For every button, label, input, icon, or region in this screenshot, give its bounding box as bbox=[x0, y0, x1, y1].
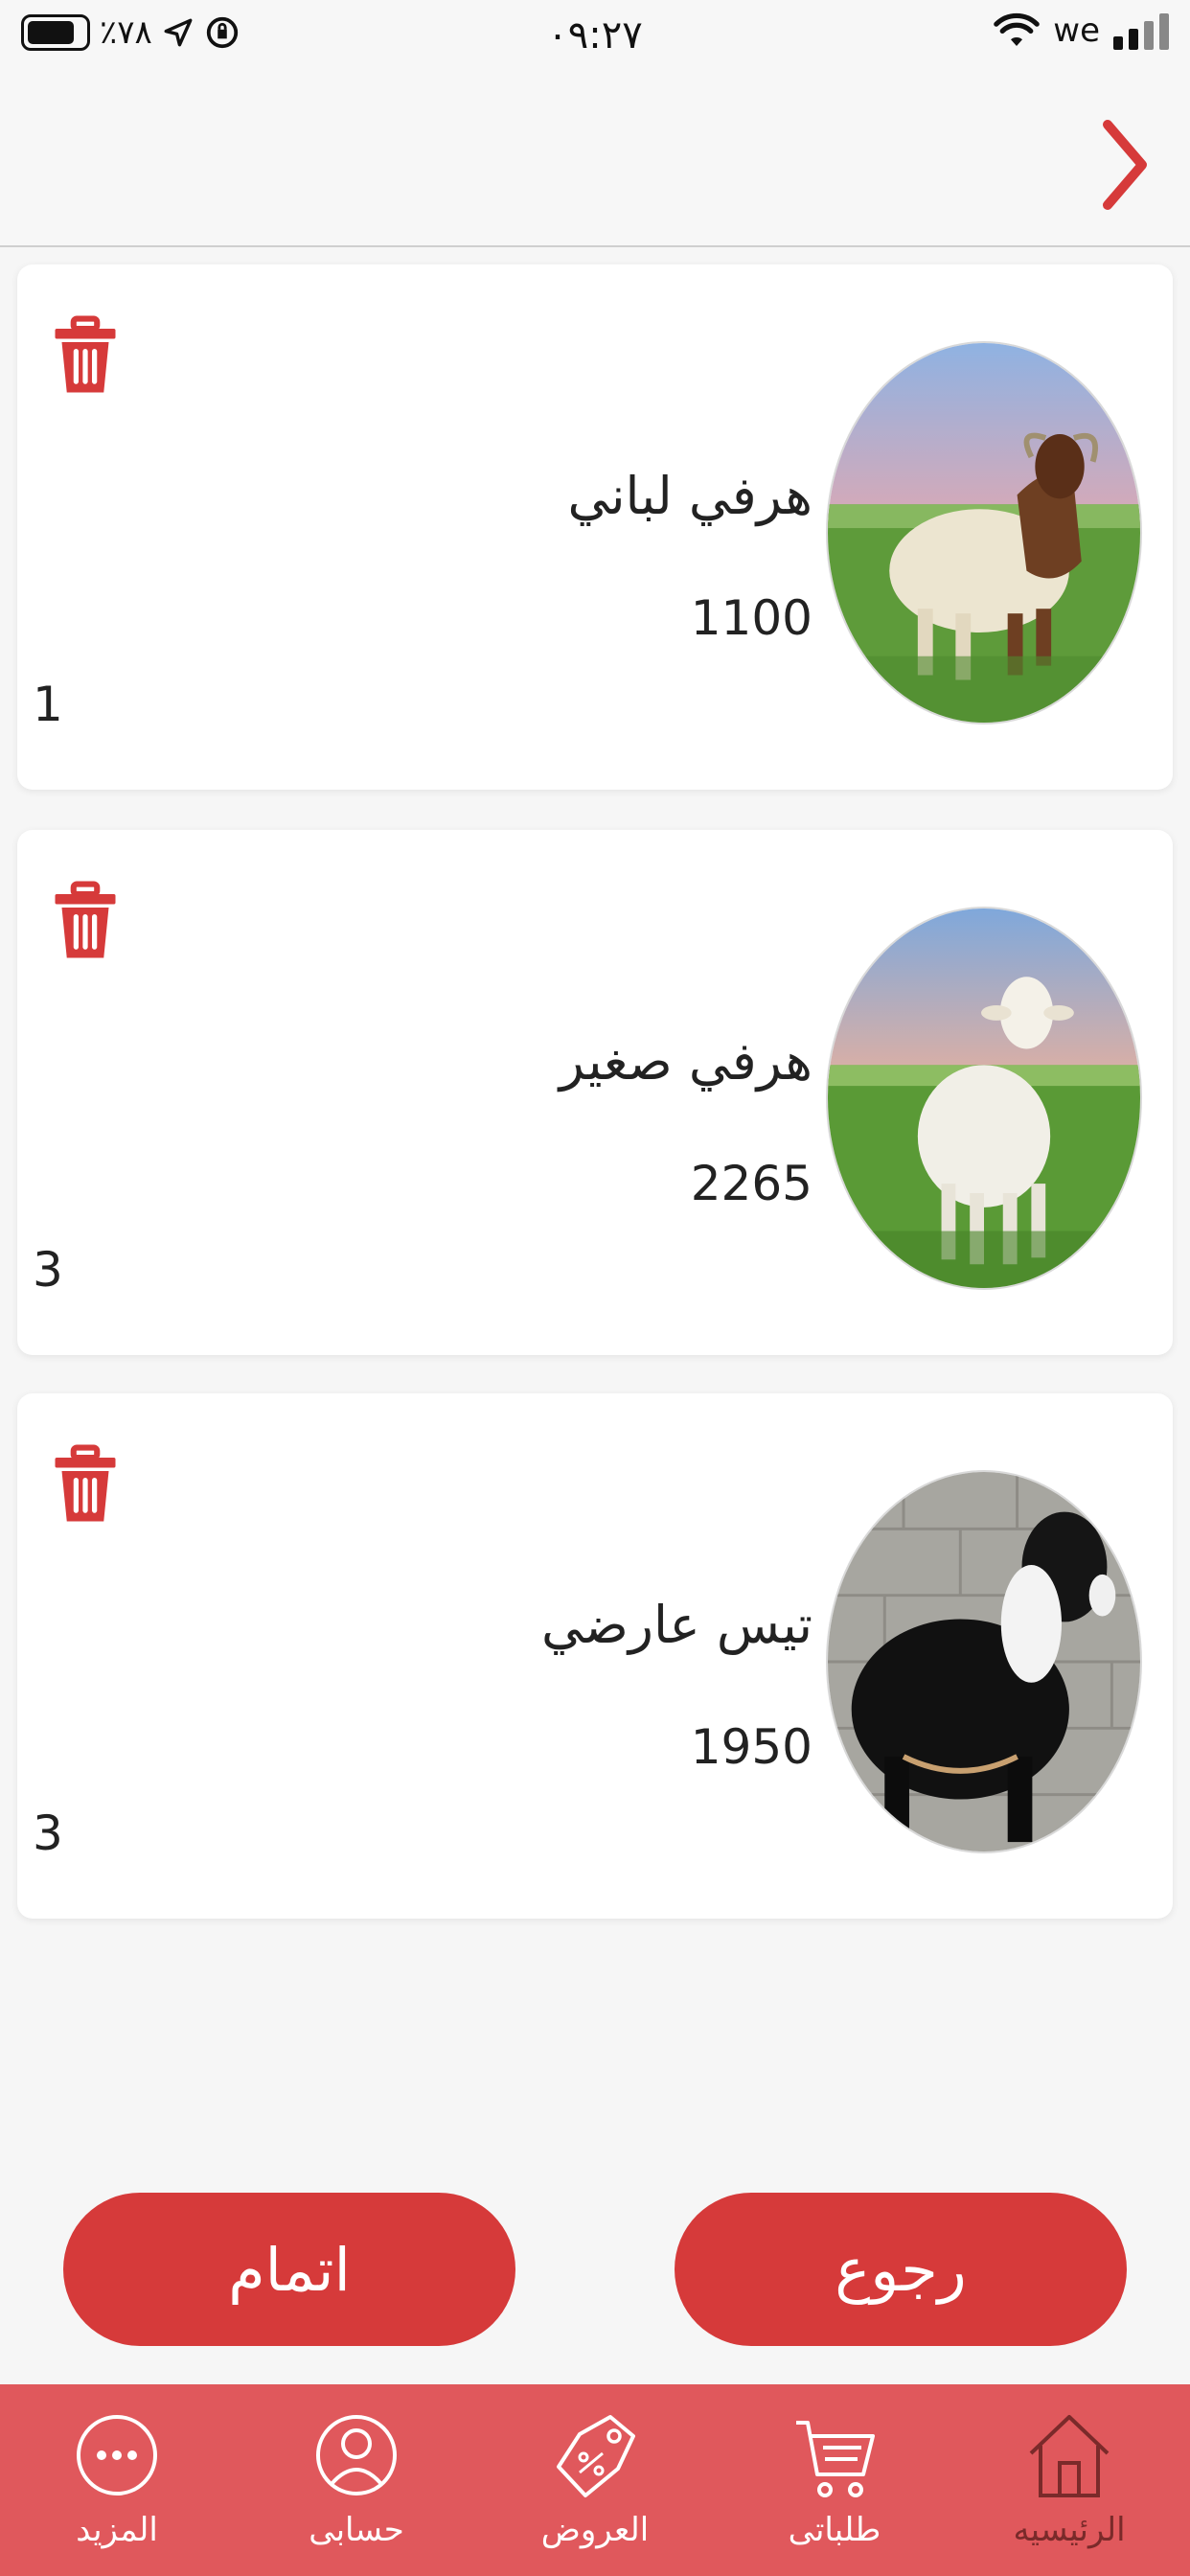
item-name: هرفي لباني bbox=[567, 466, 813, 526]
goat-photo bbox=[826, 1470, 1142, 1853]
nav-item-home[interactable]: الرئيسيه bbox=[988, 2407, 1151, 2570]
more-icon bbox=[77, 2415, 157, 2496]
item-price: 1100 bbox=[690, 590, 812, 646]
item-name: تيس عارضي bbox=[541, 1595, 812, 1655]
nav-label: طلباتى bbox=[788, 2511, 881, 2549]
item-price: 2265 bbox=[690, 1156, 812, 1211]
nav-label: حسابى bbox=[309, 2511, 404, 2549]
nav-item-more[interactable]: المزيد bbox=[35, 2407, 198, 2570]
cart-item: هرفي صغير 2265 3 bbox=[17, 830, 1173, 1355]
back-button[interactable]: رجوع bbox=[675, 2193, 1127, 2346]
status-right: we bbox=[994, 12, 1169, 50]
home-icon bbox=[1029, 2415, 1110, 2497]
app-header bbox=[0, 79, 1190, 247]
user-icon bbox=[316, 2415, 397, 2496]
cart-item: هرفي لباني 1100 1 bbox=[17, 264, 1173, 790]
offers-tag-icon bbox=[557, 2415, 635, 2497]
status-bar: ٪٧٨ ٠٩:٢٧ we bbox=[0, 0, 1190, 79]
item-name: هرفي صغير bbox=[559, 1031, 812, 1092]
carrier-name: we bbox=[1053, 12, 1100, 50]
bottom-nav: المزيد حسابى العروض طلباتى الرئيسيه bbox=[0, 2384, 1190, 2576]
cart-icon bbox=[796, 2421, 875, 2497]
item-price: 1950 bbox=[690, 1719, 812, 1775]
wifi-icon bbox=[994, 12, 1041, 46]
item-quantity: 3 bbox=[33, 1806, 63, 1861]
nav-item-orders[interactable]: طلباتى bbox=[753, 2407, 916, 2570]
nav-label: العروض bbox=[540, 2511, 650, 2549]
signal-icon bbox=[1113, 12, 1169, 50]
trash-icon[interactable] bbox=[52, 880, 119, 962]
lamb-photo bbox=[826, 907, 1142, 1290]
finish-button[interactable]: اتمام bbox=[63, 2193, 515, 2346]
trash-icon[interactable] bbox=[52, 314, 119, 397]
nav-label: المزيد bbox=[76, 2511, 158, 2549]
item-quantity: 3 bbox=[33, 1242, 63, 1298]
trash-icon[interactable] bbox=[52, 1443, 119, 1526]
cart-item: تيس عارضي 1950 3 bbox=[17, 1393, 1173, 1919]
nav-item-account[interactable]: حسابى bbox=[275, 2407, 438, 2570]
nav-item-offers[interactable]: العروض bbox=[514, 2407, 676, 2570]
chevron-right-icon[interactable] bbox=[1096, 117, 1154, 213]
sheep-photo bbox=[826, 341, 1142, 724]
nav-label: الرئيسيه bbox=[1013, 2511, 1126, 2549]
item-quantity: 1 bbox=[33, 677, 63, 732]
